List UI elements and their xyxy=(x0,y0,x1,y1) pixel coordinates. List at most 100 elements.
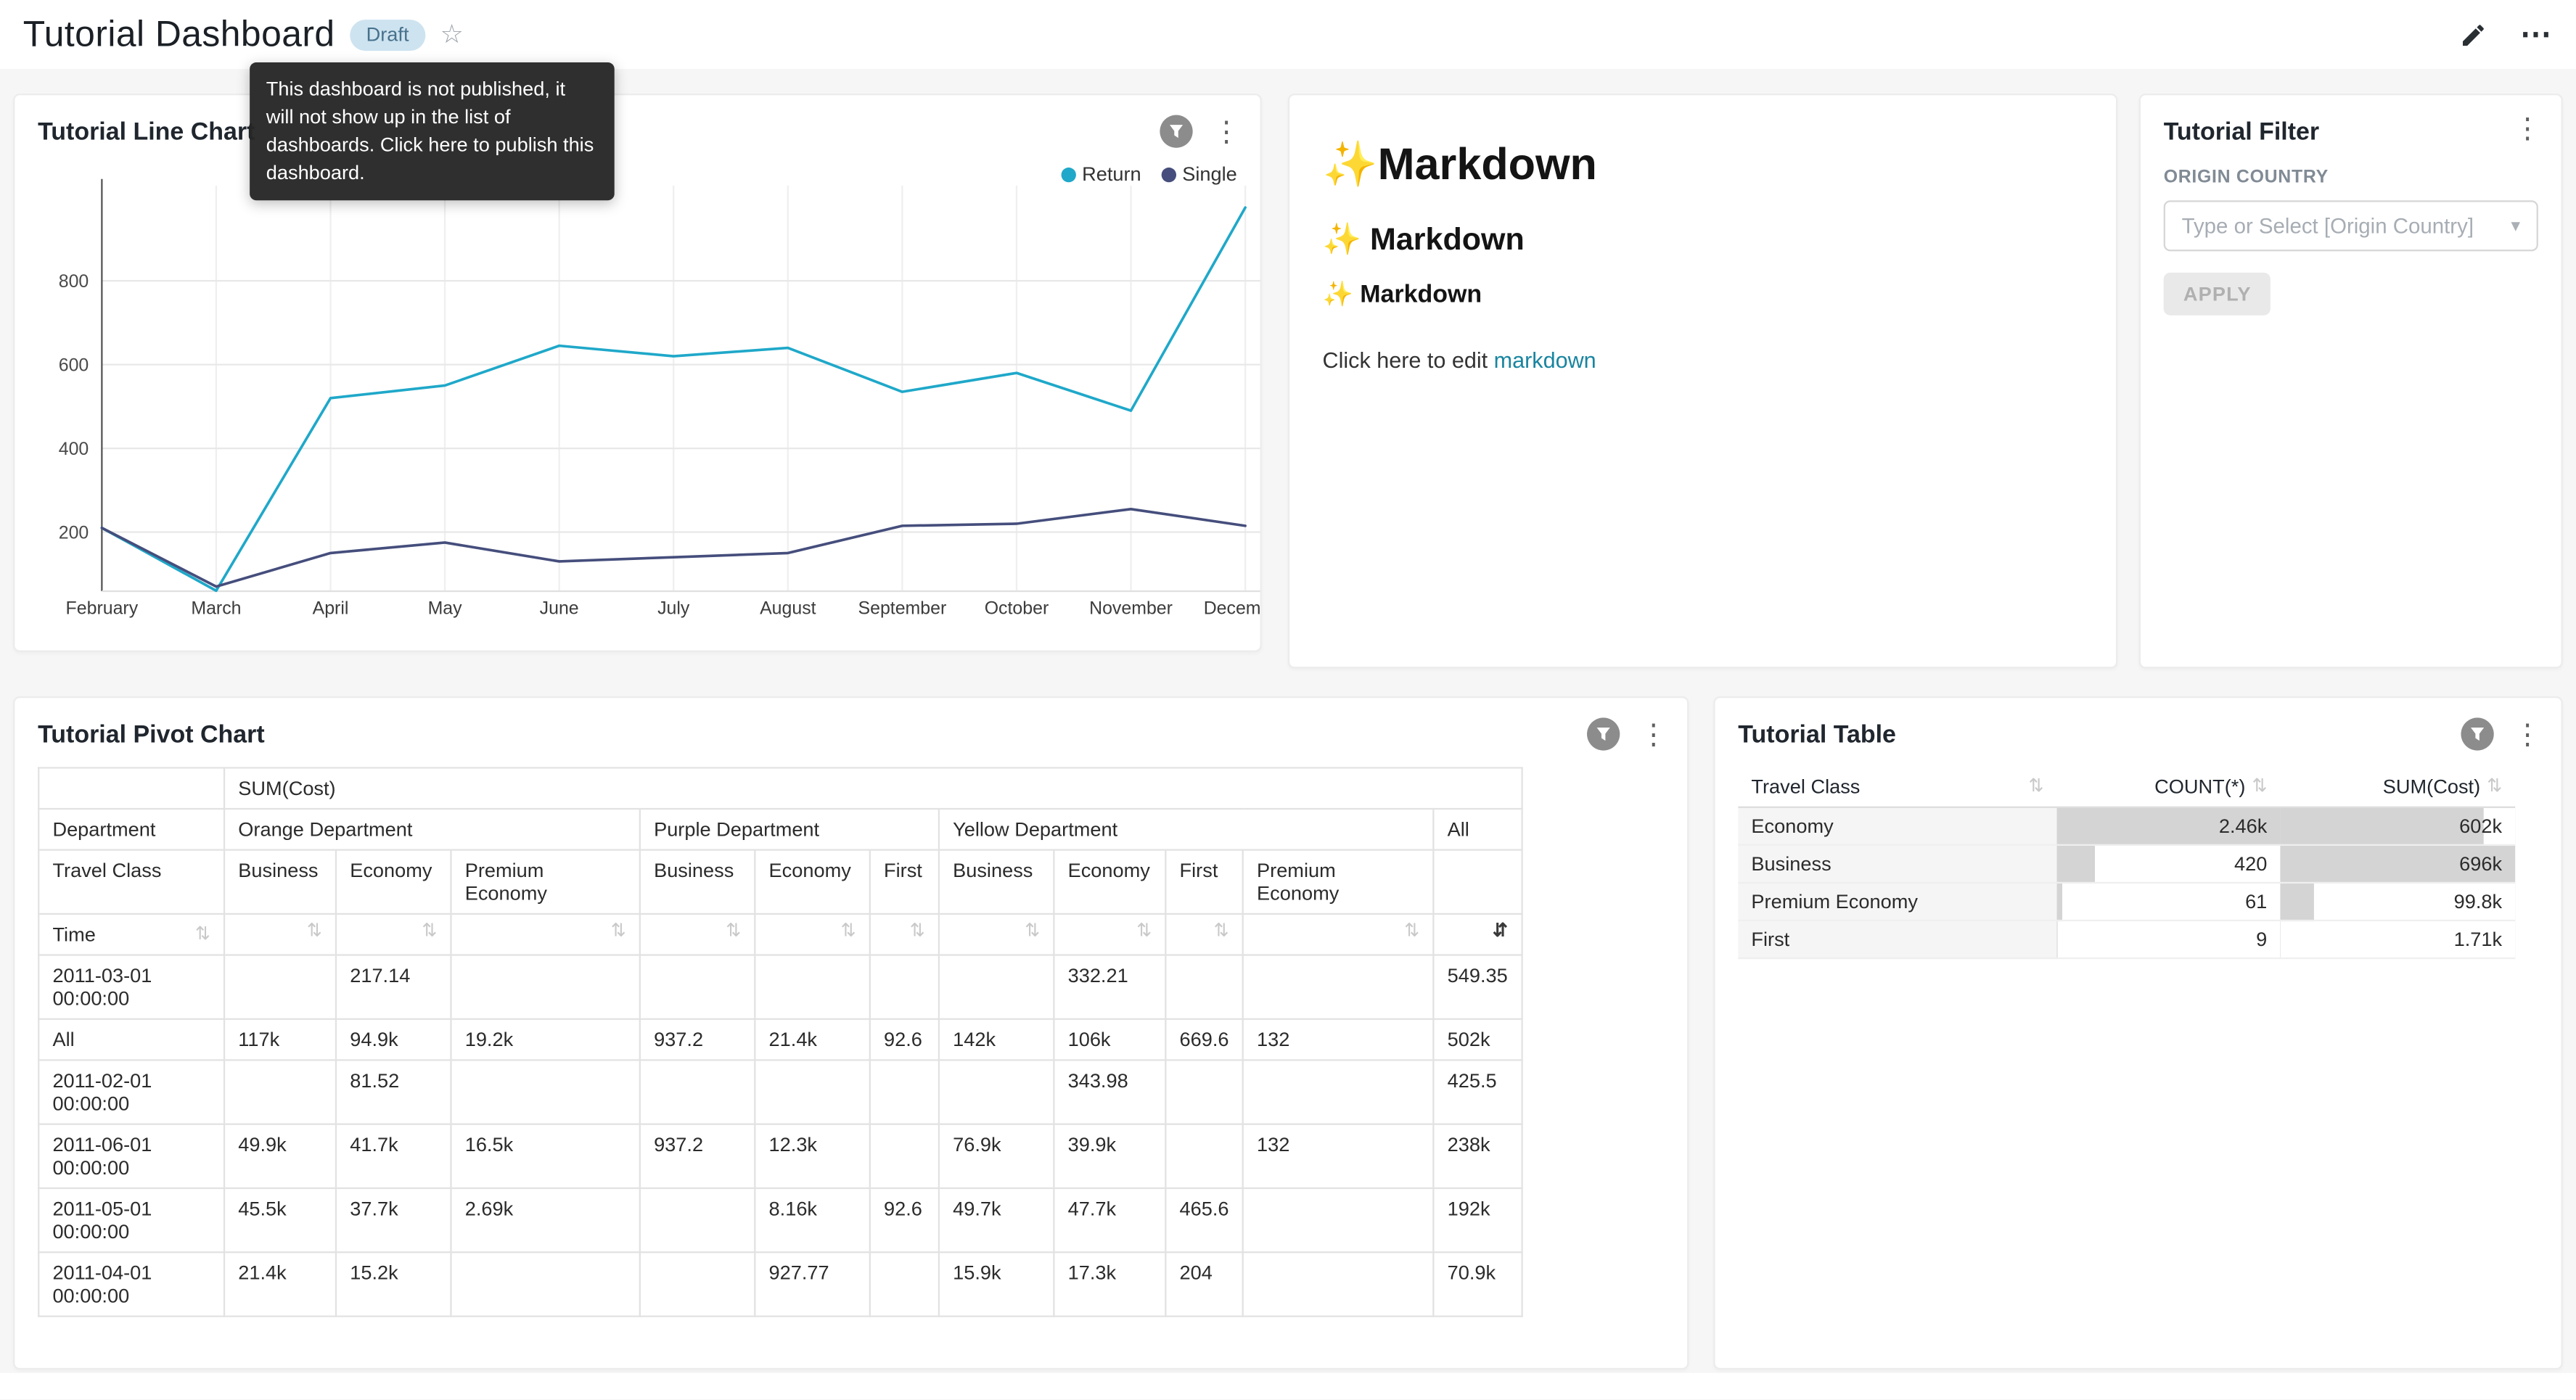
sort-icon[interactable]: ⇅ xyxy=(841,923,856,941)
pivot-sort-cell[interactable]: ⇅ xyxy=(451,914,639,955)
chart-menu-icon[interactable]: ⋮ xyxy=(1213,118,1240,145)
pivot-sort-cell[interactable]: ⇵ xyxy=(1433,914,1522,955)
data-table: Travel Class⇅COUNT(*)⇅SUM(Cost)⇅Economy2… xyxy=(1738,767,2515,959)
more-actions-icon[interactable]: ⋯ xyxy=(2520,16,2553,54)
sort-icon-active[interactable]: ⇵ xyxy=(1493,923,1508,941)
pivot-column-header[interactable]: Business xyxy=(224,850,336,914)
pivot-value-cell: 49.7k xyxy=(939,1188,1054,1252)
sort-icon[interactable]: ⇅ xyxy=(1025,923,1040,941)
table-column-header[interactable]: COUNT(*)⇅ xyxy=(2057,767,2281,807)
pivot-value-cell xyxy=(755,1060,869,1124)
pivot-column-header[interactable]: Economy xyxy=(336,850,451,914)
pivot-column-header[interactable]: Business xyxy=(939,850,1054,914)
pivot-sort-cell[interactable]: ⇅ xyxy=(336,914,451,955)
pivot-value-cell xyxy=(870,1124,939,1188)
pivot-column-header[interactable] xyxy=(1433,850,1522,914)
pivot-value-cell: 937.2 xyxy=(640,1124,755,1188)
pivot-column-header[interactable]: Economy xyxy=(1054,850,1165,914)
filter-menu-icon[interactable]: ⋮ xyxy=(2514,115,2541,142)
pivot-value-cell: 8.16k xyxy=(755,1188,869,1252)
pivot-sort-cell[interactable]: ⇅ xyxy=(1165,914,1242,955)
pivot-column-header[interactable]: First xyxy=(1165,850,1242,914)
pivot-sort-cell[interactable]: ⇅ xyxy=(755,914,869,955)
draft-badge[interactable]: Draft xyxy=(350,19,425,50)
table-column-header[interactable]: SUM(Cost) ⇅ xyxy=(2280,767,2515,807)
origin-country-select[interactable]: Type or Select [Origin Country] ▾ xyxy=(2164,200,2538,251)
pivot-value-cell: 15.2k xyxy=(336,1252,451,1316)
pivot-column-header[interactable]: Economy xyxy=(755,850,869,914)
pivot-sort-cell[interactable]: ⇅ xyxy=(1243,914,1434,955)
sort-icon[interactable]: ⇅ xyxy=(195,926,210,944)
y-tick-label: 600 xyxy=(59,355,89,376)
travel-class-cell: Economy xyxy=(1738,807,2056,845)
pivot-value-cell: 106k xyxy=(1054,1019,1165,1061)
pivot-value-cell: 669.6 xyxy=(1165,1019,1242,1061)
filter-indicator-icon[interactable] xyxy=(1160,115,1192,147)
pivot-value-cell xyxy=(640,1188,755,1252)
sort-icon[interactable]: ⇅ xyxy=(910,923,925,941)
chart-menu-icon[interactable]: ⋮ xyxy=(2514,720,2541,748)
y-tick-label: 800 xyxy=(59,271,89,292)
pivot-column-header[interactable]: Premium Economy xyxy=(1243,850,1434,914)
data-table-card: Tutorial Table ⋮ Travel Class⇅COUNT(*)⇅S… xyxy=(1713,696,2562,1370)
pivot-column-header[interactable]: Premium Economy xyxy=(451,850,639,914)
column-header-label: Travel Class xyxy=(1751,775,1860,799)
pivot-column-header[interactable]: First xyxy=(870,850,939,914)
pivot-value-cell xyxy=(451,955,639,1019)
filter-card-icons: ⋮ xyxy=(2514,115,2541,142)
sort-icon[interactable]: ⇅ xyxy=(611,923,626,941)
pivot-column-header[interactable]: Business xyxy=(640,850,755,914)
pivot-sort-cell[interactable]: ⇅ xyxy=(640,914,755,955)
pivot-sort-cell[interactable]: ⇅ xyxy=(224,914,336,955)
filter-indicator-icon[interactable] xyxy=(1587,717,1620,750)
page-title: Tutorial Dashboard xyxy=(23,13,335,56)
x-tick-label: December xyxy=(1204,598,1262,619)
travel-class-cell: Premium Economy xyxy=(1738,883,2056,921)
sort-icon[interactable]: ⇅ xyxy=(1214,923,1229,941)
travel-class-cell: Business xyxy=(1738,845,2056,883)
pivot-value-cell xyxy=(451,1252,639,1316)
sort-icon[interactable]: ⇅ xyxy=(422,923,437,941)
x-tick-label: September xyxy=(858,598,947,619)
count-cell: 2.46k xyxy=(2057,807,2281,845)
sort-icon[interactable]: ⇅ xyxy=(2252,778,2267,796)
y-tick-label: 400 xyxy=(59,439,89,459)
pivot-row-label: All xyxy=(38,1019,224,1061)
apply-button[interactable]: APPLY xyxy=(2164,273,2271,316)
column-header-label: SUM(Cost) xyxy=(2383,775,2480,799)
edit-dashboard-icon[interactable] xyxy=(2459,20,2487,48)
favorite-star-icon[interactable]: ☆ xyxy=(440,18,464,51)
sort-icon[interactable]: ⇅ xyxy=(1404,923,1419,941)
sort-icon[interactable]: ⇅ xyxy=(2487,778,2502,796)
pivot-value-cell xyxy=(870,1060,939,1124)
pivot-sort-cell[interactable]: ⇅ xyxy=(870,914,939,955)
pivot-sort-cell[interactable]: ⇅ xyxy=(1054,914,1165,955)
sort-icon[interactable]: ⇅ xyxy=(307,923,322,941)
pivot-group-header[interactable]: Yellow Department xyxy=(939,809,1434,850)
pivot-sort-cell[interactable]: ⇅ xyxy=(939,914,1054,955)
sort-icon[interactable]: ⇅ xyxy=(726,923,741,941)
sort-icon[interactable]: ⇅ xyxy=(1136,923,1152,941)
edit-markdown-link[interactable]: markdown xyxy=(1494,348,1596,373)
markdown-h1: ✨Markdown xyxy=(1323,138,2083,190)
pivot-value-cell: 17.3k xyxy=(1054,1252,1165,1316)
count-cell: 420 xyxy=(2057,845,2281,883)
pivot-group-header[interactable]: Orange Department xyxy=(224,809,640,850)
filter-indicator-icon[interactable] xyxy=(2461,717,2493,750)
markdown-h3: ✨ Markdown xyxy=(1323,279,2083,309)
pivot-chart-title: Tutorial Pivot Chart xyxy=(38,721,265,749)
pivot-value-cell xyxy=(224,1060,336,1124)
pivot-group-header[interactable]: All xyxy=(1433,809,1522,850)
travel-class-cell: First xyxy=(1738,921,2056,958)
x-tick-label: November xyxy=(1089,598,1173,619)
pivot-row: 2011-06-01 00:00:0049.9k41.7k16.5k937.21… xyxy=(38,1124,1522,1188)
sort-icon[interactable]: ⇅ xyxy=(2029,778,2044,796)
sum-cell: 99.8k xyxy=(2280,883,2515,921)
pivot-row-label: 2011-02-01 00:00:00 xyxy=(38,1060,224,1124)
pivot-value-cell: 937.2 xyxy=(640,1019,755,1061)
pivot-group-header[interactable]: Purple Department xyxy=(640,809,939,850)
markdown-body: ✨Markdown ✨ Markdown ✨ Markdown Click he… xyxy=(1289,95,2116,395)
chart-menu-icon[interactable]: ⋮ xyxy=(1639,720,1667,748)
table-column-header[interactable]: Travel Class ⇅ xyxy=(1738,767,2056,807)
pivot-time-header[interactable]: Time⇅ xyxy=(38,914,224,955)
